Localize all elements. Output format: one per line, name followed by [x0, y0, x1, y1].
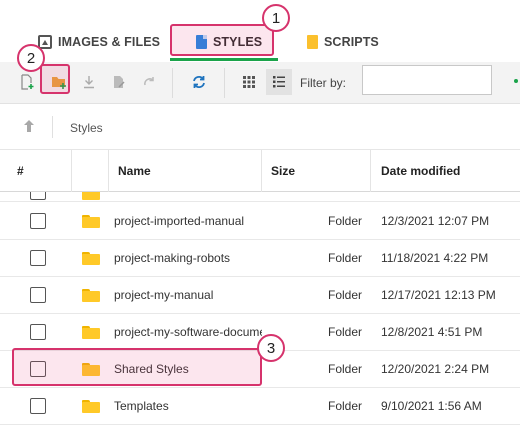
- row-name[interactable]: project-my-manual: [114, 288, 262, 302]
- row-size: Folder: [327, 399, 362, 413]
- row-date: 11/18/2021 4:22 PM: [381, 251, 489, 265]
- header-size[interactable]: Size: [271, 150, 295, 192]
- row-checkbox[interactable]: [30, 213, 46, 229]
- row-size: Folder: [327, 214, 362, 228]
- toolbar-divider: [224, 68, 225, 98]
- table-row[interactable]: Templates Folder 9/10/2021 1:56 AM: [0, 388, 520, 425]
- callout-number-3: 3: [257, 334, 285, 362]
- status-dot: [514, 79, 518, 83]
- folder-icon: [82, 326, 100, 339]
- redo-icon: [144, 77, 154, 86]
- row-date: 9/10/2021 1:56 AM: [381, 399, 482, 413]
- row-checkbox[interactable]: [30, 250, 46, 266]
- tab-label: IMAGES & FILES: [58, 35, 161, 49]
- callout-highlight-new-folder: [40, 64, 70, 94]
- folder-icon: [82, 289, 100, 302]
- row-checkbox[interactable]: [30, 287, 46, 303]
- download-button[interactable]: [76, 69, 102, 95]
- file-list: project-imported-manual Folder 12/3/2021…: [0, 192, 520, 427]
- row-checkbox[interactable]: [30, 398, 46, 414]
- row-date: 12/8/2021 4:51 PM: [381, 325, 483, 339]
- folder-icon: [82, 400, 100, 413]
- breadcrumb-current-folder[interactable]: Styles: [70, 121, 103, 135]
- row-size: Folder: [327, 362, 362, 376]
- column-divider: [71, 150, 72, 192]
- tab-label: SCRIPTS: [324, 35, 379, 49]
- row-date: 12/3/2021 12:07 PM: [381, 214, 490, 228]
- header-select: #: [17, 164, 24, 178]
- breadcrumb-divider: [52, 116, 53, 138]
- row-size: Folder: [327, 288, 362, 302]
- toolbar-divider: [172, 68, 173, 98]
- refresh-button[interactable]: [186, 69, 212, 95]
- parent-folder-button[interactable]: [20, 117, 38, 135]
- row-size: Folder: [327, 251, 362, 265]
- callout-number-1: 1: [262, 4, 290, 32]
- filter-input[interactable]: [362, 65, 492, 95]
- tab-scripts[interactable]: SCRIPTS: [307, 28, 379, 56]
- breadcrumb: Styles: [0, 104, 520, 150]
- toolbar: Filter by:: [0, 62, 520, 104]
- row-name[interactable]: project-my-software-documentation: [114, 325, 262, 339]
- row-name[interactable]: Templates: [114, 399, 262, 413]
- header-date-modified[interactable]: Date modified: [381, 150, 460, 192]
- column-divider: [370, 150, 371, 192]
- table-row[interactable]: project-making-robots Folder 11/18/2021 …: [0, 240, 520, 277]
- arrow-up-icon: [24, 120, 34, 132]
- grid-view-button[interactable]: [236, 69, 262, 95]
- redo-button[interactable]: [136, 69, 162, 95]
- folder-icon: [82, 252, 100, 265]
- grid-view-icon: [243, 76, 255, 88]
- column-divider: [261, 150, 262, 192]
- callout-highlight-shared-styles: [12, 348, 262, 386]
- script-file-icon: [307, 35, 318, 49]
- column-divider: [108, 150, 109, 192]
- list-view-icon: [273, 76, 285, 88]
- row-checkbox[interactable]: [30, 324, 46, 340]
- callout-highlight-styles-tab: [170, 24, 274, 56]
- table-row[interactable]: project-imported-manual Folder 12/3/2021…: [0, 203, 520, 240]
- folder-icon: [82, 215, 100, 228]
- new-file-button[interactable]: [14, 69, 40, 95]
- active-tab-indicator: [170, 58, 278, 61]
- table-row[interactable]: [0, 192, 520, 202]
- list-view-button[interactable]: [266, 69, 292, 95]
- new-file-icon: [21, 74, 34, 90]
- rename-icon: [114, 76, 125, 88]
- filter-label: Filter by:: [300, 76, 347, 90]
- download-icon: [84, 76, 94, 89]
- row-name[interactable]: project-making-robots: [114, 251, 262, 265]
- refresh-icon: [193, 76, 205, 88]
- row-date: 12/17/2021 12:13 PM: [381, 288, 496, 302]
- row-date: 12/20/2021 2:24 PM: [381, 362, 490, 376]
- callout-number-2: 2: [17, 44, 45, 72]
- row-name[interactable]: project-imported-manual: [114, 214, 262, 228]
- folder-icon: [82, 192, 100, 200]
- table-header: # Name Size Date modified: [0, 150, 520, 192]
- header-name[interactable]: Name: [118, 150, 151, 192]
- table-row[interactable]: project-my-manual Folder 12/17/2021 12:1…: [0, 277, 520, 314]
- row-checkbox[interactable]: [30, 192, 46, 200]
- tab-images-files[interactable]: IMAGES & FILES: [38, 28, 160, 56]
- rename-button[interactable]: [106, 69, 132, 95]
